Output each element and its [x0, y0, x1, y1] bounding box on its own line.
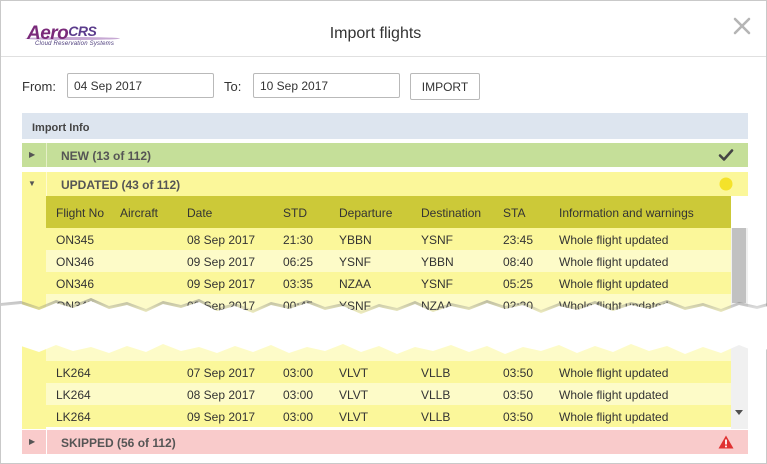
- import-flights-dialog: AeroCRS Cloud Reservation Systems Import…: [0, 0, 767, 464]
- dialog-title: Import flights: [329, 25, 422, 42]
- close-button[interactable]: [731, 15, 753, 37]
- cell-flight-no: ON345: [56, 233, 95, 247]
- caret-right-icon: ▶: [29, 150, 36, 159]
- cell-date: 09 Sep 2017: [187, 277, 256, 291]
- from-label: From:: [22, 79, 56, 94]
- column-header-std[interactable]: STD: [283, 206, 307, 220]
- check-icon: [718, 149, 734, 161]
- yellow-circle-icon: [719, 177, 733, 191]
- group-separator: [46, 172, 47, 196]
- cell-departure: VLVT: [339, 388, 369, 402]
- cell-info: Whole flight updated: [559, 233, 669, 247]
- cell-date: 08 Sep 2017: [187, 233, 256, 247]
- cell-std: 03:00: [283, 388, 314, 402]
- cell-date: 09 Sep 2017: [187, 255, 256, 269]
- group-skipped-title: SKIPPED (56 of 112): [61, 436, 176, 450]
- group-new[interactable]: ▶ NEW (13 of 112): [22, 143, 748, 167]
- group-separator: [46, 430, 47, 454]
- cell-destination: YSNF: [421, 277, 454, 291]
- group-new-expand-toggle[interactable]: ▶: [22, 143, 46, 167]
- cell-sta: 03:50: [503, 388, 534, 402]
- table-row[interactable]: LK264 08 Sep 2017 03:00 VLVT VLLB 03:50 …: [46, 383, 731, 405]
- import-info-header: Import Info: [22, 113, 748, 139]
- close-icon: [733, 17, 751, 35]
- cell-departure: NZAA: [339, 277, 372, 291]
- from-date-input[interactable]: [67, 73, 214, 98]
- torn-edge-separator: [1, 298, 767, 354]
- cell-destination: VLLB: [421, 410, 451, 424]
- cell-sta: 03:50: [503, 410, 534, 424]
- cell-departure: VLVT: [339, 410, 369, 424]
- table-row[interactable]: ON346 09 Sep 2017 06:25 YSNF YBBN 08:40 …: [46, 250, 731, 272]
- table-row[interactable]: ON345 08 Sep 2017 21:30 YBBN YSNF 23:45 …: [46, 228, 731, 250]
- column-header-destination[interactable]: Destination: [421, 206, 481, 220]
- cell-date: 09 Sep 2017: [187, 410, 256, 424]
- cell-std: 21:30: [283, 233, 314, 247]
- cell-flight-no: ON346: [56, 277, 95, 291]
- cell-flight-no: ON346: [56, 255, 95, 269]
- date-range-form: From: To: IMPORT: [22, 73, 742, 101]
- cell-std: 03:00: [283, 410, 314, 424]
- cell-date: 08 Sep 2017: [187, 388, 256, 402]
- table-header: Flight No Aircraft Date STD Departure De…: [46, 196, 731, 228]
- cell-flight-no: LK264: [56, 388, 91, 402]
- scroll-down-arrow-icon[interactable]: [735, 410, 743, 415]
- cell-sta: 23:45: [503, 233, 534, 247]
- cell-info: Whole flight updated: [559, 388, 669, 402]
- warning-triangle-icon: [718, 435, 734, 449]
- cell-destination: VLLB: [421, 388, 451, 402]
- group-updated-title: UPDATED (43 of 112): [61, 178, 181, 192]
- cell-destination: YSNF: [421, 233, 454, 247]
- group-separator: [46, 143, 47, 167]
- column-header-sta[interactable]: STA: [503, 206, 525, 220]
- cell-sta: 05:25: [503, 277, 534, 291]
- group-new-title: NEW (13 of 112): [61, 149, 152, 163]
- cell-info: Whole flight updated: [559, 277, 669, 291]
- column-header-aircraft[interactable]: Aircraft: [120, 206, 158, 220]
- import-button[interactable]: IMPORT: [410, 73, 480, 100]
- column-header-flight-no[interactable]: Flight No: [56, 206, 104, 220]
- column-header-info[interactable]: Information and warnings: [559, 206, 694, 220]
- cell-sta: 08:40: [503, 255, 534, 269]
- column-header-date[interactable]: Date: [187, 206, 212, 220]
- table-row[interactable]: LK264 09 Sep 2017 03:00 VLVT VLLB 03:50 …: [46, 405, 731, 427]
- cell-info: Whole flight updated: [559, 255, 669, 269]
- cell-destination: YBBN: [421, 255, 454, 269]
- group-skipped-expand-toggle[interactable]: ▶: [22, 430, 46, 454]
- group-skipped[interactable]: ▶ SKIPPED (56 of 112): [22, 430, 748, 454]
- cell-std: 03:35: [283, 277, 314, 291]
- to-label: To:: [224, 79, 242, 94]
- cell-std: 06:25: [283, 255, 314, 269]
- caret-down-icon: ▼: [28, 179, 36, 188]
- cell-departure: YBBN: [339, 233, 372, 247]
- cell-departure: YSNF: [339, 255, 372, 269]
- column-header-departure[interactable]: Departure: [339, 206, 392, 220]
- group-updated[interactable]: ▼ UPDATED (43 of 112): [22, 172, 748, 196]
- dialog-titlebar: AeroCRS Cloud Reservation Systems Import…: [1, 1, 766, 57]
- cell-flight-no: LK264: [56, 410, 91, 424]
- group-updated-collapse-toggle[interactable]: ▼: [22, 172, 46, 196]
- caret-right-icon: ▶: [29, 437, 36, 446]
- cell-info: Whole flight updated: [559, 410, 669, 424]
- to-date-input[interactable]: [253, 73, 400, 98]
